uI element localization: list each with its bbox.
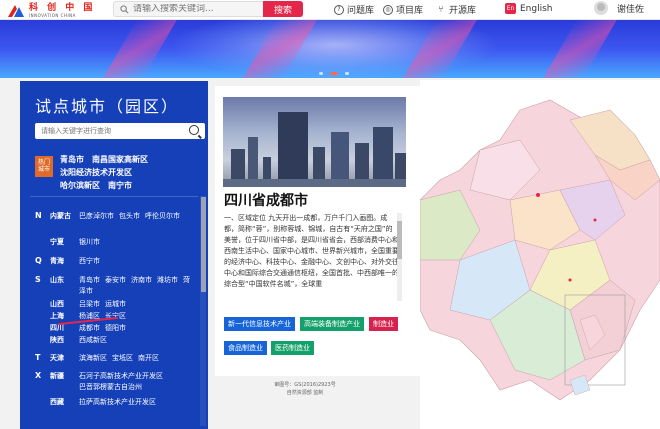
city-link[interactable]: 潍坊市 (157, 276, 178, 284)
carousel-dot-active[interactable] (330, 72, 338, 75)
city-search (35, 123, 205, 139)
city-link[interactable]: 宝坻区 (112, 354, 133, 362)
hero-banner (0, 20, 660, 78)
target-icon: ◎ (383, 4, 393, 15)
china-map[interactable] (420, 80, 660, 429)
scrollbar-thumb[interactable] (201, 197, 206, 292)
city-link[interactable]: 呼伦贝尔市 (145, 212, 180, 220)
avatar (594, 1, 608, 15)
search-input[interactable] (133, 4, 273, 14)
nav-open-source-library[interactable]: ⑂ 开源库 (436, 3, 477, 17)
city-description: 一、区域定位 九天开出一成都，万户千门入画图。成都，简称“蓉”，别称蓉城、锦城，… (224, 214, 399, 288)
hot-city-link[interactable]: 哈尔滨新区 (60, 181, 100, 190)
search-icon (118, 3, 130, 15)
province-label: 西藏 (50, 398, 64, 406)
hot-city-link[interactable]: 南昌国家高新区 (92, 155, 148, 164)
region-letter: Q (35, 256, 42, 265)
hot-cities-badge: 热门 城市 (35, 156, 53, 177)
carousel-dot[interactable] (345, 72, 349, 75)
industry-tag[interactable]: 医药制造业 (271, 341, 314, 355)
province-label: 上海 (50, 312, 64, 320)
nav-project-library[interactable]: ◎ 项目库 (383, 3, 423, 16)
language-label: English (520, 3, 553, 14)
city-link-selected[interactable]: 成都市 (79, 324, 100, 332)
province-label: 天津 (50, 354, 64, 362)
banner-decoration (103, 20, 177, 78)
logo-mark-icon (6, 3, 26, 19)
top-bar: 科 创 中 国 INNOVATION CHINA 搜索 ? 问题库 ◎ 项目库 … (0, 0, 660, 20)
nav-label: 项目库 (396, 6, 424, 16)
nav-label: 问题库 (347, 6, 375, 16)
province-label: 四川 (50, 324, 64, 332)
region-letter: S (35, 275, 41, 284)
city-link[interactable]: 包头市 (119, 212, 140, 220)
user-name: 谢佳佐 (617, 4, 645, 15)
pilot-cities-panel: 试点城市（园区） 热门 城市 青岛市南昌国家高新区 沈阳经济技术开发区 哈尔滨新… (20, 81, 208, 429)
logo[interactable]: 科 创 中 国 INNOVATION CHINA (6, 2, 106, 19)
province-label: 宁夏 (50, 238, 64, 246)
province-label: 新疆 (50, 372, 64, 380)
map-approval-text: 审图号：GS(2016)2923号 自然资源部 监制 (274, 382, 336, 396)
divider (30, 196, 198, 197)
hot-city-link[interactable]: 南宁市 (108, 181, 132, 190)
city-detail-card: 四川省成都市 一、区域定位 九天开出一成都，万户千门入画图。成都，简称“蓉”，别… (215, 86, 420, 376)
user-menu[interactable]: 谢佳佐 (594, 1, 644, 15)
panel-title: 试点城市（园区） (35, 97, 180, 116)
carousel-dot[interactable] (319, 72, 323, 75)
city-link[interactable]: 银川市 (79, 238, 100, 246)
nav-problem-library[interactable]: ? 问题库 (334, 3, 374, 16)
city-link[interactable]: 南开区 (138, 354, 159, 362)
city-search-input[interactable] (41, 127, 181, 135)
region-letter: T (35, 353, 41, 362)
city-link[interactable]: 济南市 (131, 276, 152, 284)
province-label: 山东 (50, 276, 64, 284)
open-source-icon: ⑂ (438, 4, 444, 15)
industry-tag[interactable]: 食品制造业 (224, 341, 267, 355)
search-button[interactable]: 搜索 (263, 1, 303, 17)
help-icon: ? (334, 4, 344, 15)
banner-decoration (543, 20, 617, 78)
city-link[interactable]: 石河子高新技术产业开发区 (79, 372, 163, 380)
language-icon: En (505, 3, 516, 14)
hot-city-link[interactable]: 青岛市 (60, 155, 84, 164)
city-link[interactable]: 西宁市 (79, 257, 100, 265)
city-link[interactable]: 吕梁市 (79, 300, 100, 308)
industry-tag[interactable]: 高端装备制造产业 (300, 317, 364, 331)
city-link[interactable]: 西咸新区 (79, 336, 107, 344)
city-title: 四川省成都市 (224, 193, 308, 209)
global-search: 搜索 (113, 1, 303, 17)
city-link[interactable]: 巴音郭楞蒙古自治州 (79, 383, 142, 391)
city-link[interactable]: 运城市 (105, 300, 126, 308)
region-letter: X (35, 371, 42, 380)
city-link[interactable]: 德阳市 (105, 324, 126, 332)
search-icon[interactable] (189, 125, 199, 135)
logo-subtext: INNOVATION CHINA (29, 12, 76, 18)
city-link[interactable]: 拉萨高新技术产业开发区 (79, 398, 156, 406)
hot-city-link[interactable]: 沈阳经济技术开发区 (60, 168, 132, 177)
city-link[interactable]: 巴彦淖尔市 (79, 212, 114, 220)
city-link[interactable]: 滨海新区 (79, 354, 107, 362)
city-link[interactable]: 青岛市 (79, 276, 100, 284)
city-link[interactable]: 泰安市 (105, 276, 126, 284)
region-letter: N (35, 211, 42, 220)
province-label: 内蒙古 (50, 212, 71, 220)
nav-label: 开源库 (449, 6, 477, 16)
province-label: 青海 (50, 257, 64, 265)
province-label: 山西 (50, 300, 64, 308)
description-scrollbar[interactable] (397, 213, 402, 301)
province-label: 陕西 (50, 336, 64, 344)
industry-tag[interactable]: 制造业 (369, 317, 398, 331)
hot-cities-list: 青岛市 南昌国家高新区 沈阳经济技术开发区 哈尔滨新区 南宁市 (60, 153, 200, 192)
industry-tag[interactable]: 新一代信息技术产业 (224, 317, 295, 331)
city-photo (223, 97, 406, 187)
language-switch[interactable]: En English (505, 3, 553, 14)
logo-text: 科 创 中 国 (29, 2, 96, 13)
